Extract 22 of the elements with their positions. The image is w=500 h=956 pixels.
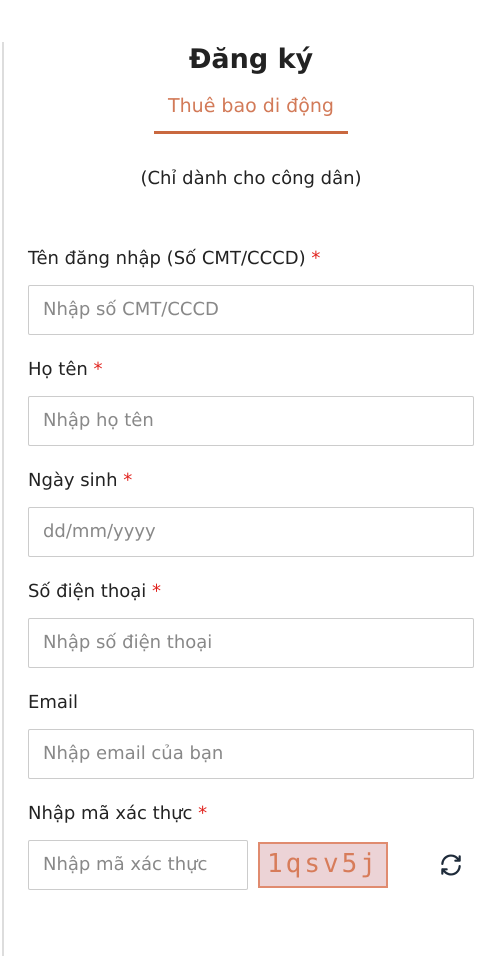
required-mark: * bbox=[123, 470, 132, 490]
field-label: Ngày sinh bbox=[28, 468, 118, 492]
input-field[interactable]: dd/mm/yyyy bbox=[28, 506, 474, 556]
input-field[interactable]: Nhập email của bạn bbox=[28, 728, 474, 778]
required-mark: * bbox=[152, 580, 162, 602]
field-label: Họ tên bbox=[28, 358, 88, 382]
input-field[interactable]: Nhập số điện thoại bbox=[28, 618, 474, 668]
field-label: Nhập mã xác thực bbox=[28, 802, 192, 826]
citizen-note: (Chỉ dành cho công dân) bbox=[140, 166, 362, 190]
field-label: Số điện thoại bbox=[28, 580, 146, 604]
captcha-image: 1qsv5j bbox=[258, 842, 388, 888]
required-mark: * bbox=[94, 358, 103, 380]
field-label: Email bbox=[28, 690, 78, 714]
input-field[interactable]: Nhập họ tên bbox=[28, 396, 474, 446]
refresh-icon[interactable] bbox=[438, 852, 464, 878]
required-mark: * bbox=[198, 802, 208, 824]
required-mark: * bbox=[311, 248, 320, 268]
captcha-field[interactable]: Nhập mã xác thực bbox=[28, 840, 248, 890]
input-field[interactable]: Nhập số CMT/CCCD bbox=[28, 284, 474, 334]
field-label: Tên đăng nhập (Số CMT/CCCD) bbox=[28, 246, 306, 270]
tab[interactable]: Thuê bao di động bbox=[154, 88, 348, 134]
page-title: Đăng ký bbox=[188, 43, 314, 77]
